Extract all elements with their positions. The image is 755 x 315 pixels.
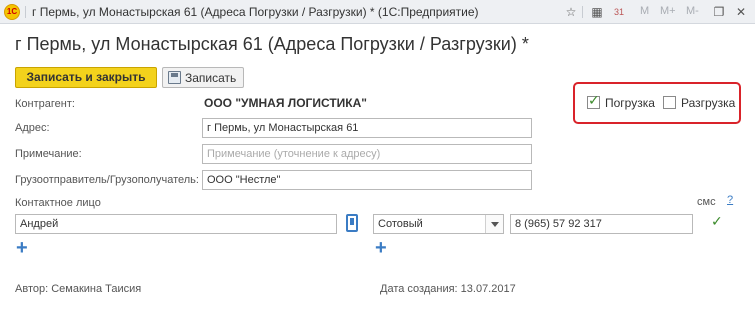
titlebar-separator xyxy=(582,6,583,18)
close-window-icon[interactable]: ✕ xyxy=(732,3,750,21)
counterparty-label: Контрагент: xyxy=(15,98,75,110)
counterparty-value[interactable]: ООО "УМНАЯ ЛОГИСТИКА" xyxy=(204,96,367,110)
unloading-label: Разгрузка xyxy=(681,96,736,110)
note-field[interactable]: Примечание (уточнение к адресу) xyxy=(202,144,532,164)
sms-checkbox[interactable]: ✓ xyxy=(711,213,724,231)
contact-person-label: Контактное лицо xyxy=(15,197,101,209)
shipper-field[interactable]: ООО "Нестле" xyxy=(202,170,532,190)
address-field[interactable]: г Пермь, ул Монастырская 61 xyxy=(202,118,532,138)
page-title: г Пермь, ул Монастырская 61 (Адреса Погр… xyxy=(15,34,529,54)
unloading-checkbox[interactable] xyxy=(663,96,676,109)
window-titlebar: 1С г Пермь, ул Монастырская 61 (Адреса П… xyxy=(0,0,755,24)
window-app-name: (1С:Предприятие) xyxy=(377,5,479,19)
favorite-star-icon[interactable]: ☆ xyxy=(562,3,580,21)
titlebar-separator xyxy=(25,6,26,18)
sms-help-link[interactable]: ? xyxy=(727,194,733,206)
checkmark-icon: ✓ xyxy=(711,213,723,229)
window-title: г Пермь, ул Монастырская 61 (Адреса Погр… xyxy=(32,5,479,19)
restore-window-icon[interactable]: ❐ xyxy=(710,3,728,21)
save-and-close-button[interactable]: Записать и закрыть xyxy=(15,67,157,88)
chevron-down-icon[interactable] xyxy=(485,215,503,233)
add-contact-icon[interactable]: + xyxy=(16,238,28,258)
loading-label: Погрузка xyxy=(605,96,655,110)
contact-name-field[interactable]: Андрей xyxy=(15,214,337,234)
memory-mminus-button[interactable]: M- xyxy=(686,5,699,17)
mobile-phone-icon xyxy=(346,214,358,232)
window-title-text: г Пермь, ул Монастырская 61 (Адреса Погр… xyxy=(32,5,375,19)
created-date-text: Дата создания: 13.07.2017 xyxy=(380,283,516,295)
author-text: Автор: Семакина Таисия xyxy=(15,283,142,295)
calculator-icon[interactable]: ▦ xyxy=(588,3,606,21)
save-button[interactable]: Записать xyxy=(162,67,244,88)
phone-type-select[interactable]: Сотовый xyxy=(373,214,504,234)
phone-number-field[interactable]: 8 (965) 57 92 317 xyxy=(510,214,693,234)
calendar-icon[interactable]: 31 xyxy=(610,3,628,21)
add-phone-icon[interactable]: + xyxy=(375,238,387,258)
shipper-label: Грузоотправитель/Грузополучатель: xyxy=(15,174,199,186)
loading-checkbox[interactable]: ✓ xyxy=(587,92,600,109)
phone-type-value: Сотовый xyxy=(378,218,423,230)
address-label: Адрес: xyxy=(15,122,50,134)
memory-m-button[interactable]: M xyxy=(640,5,649,17)
floppy-disk-icon xyxy=(168,71,181,84)
checkmark-icon: ✓ xyxy=(588,92,600,108)
sms-label: смс xyxy=(697,196,716,208)
note-label: Примечание: xyxy=(15,148,82,160)
1c-logo-icon[interactable]: 1С xyxy=(4,4,20,20)
memory-mplus-button[interactable]: M+ xyxy=(660,5,676,17)
save-button-label: Записать xyxy=(185,71,237,85)
